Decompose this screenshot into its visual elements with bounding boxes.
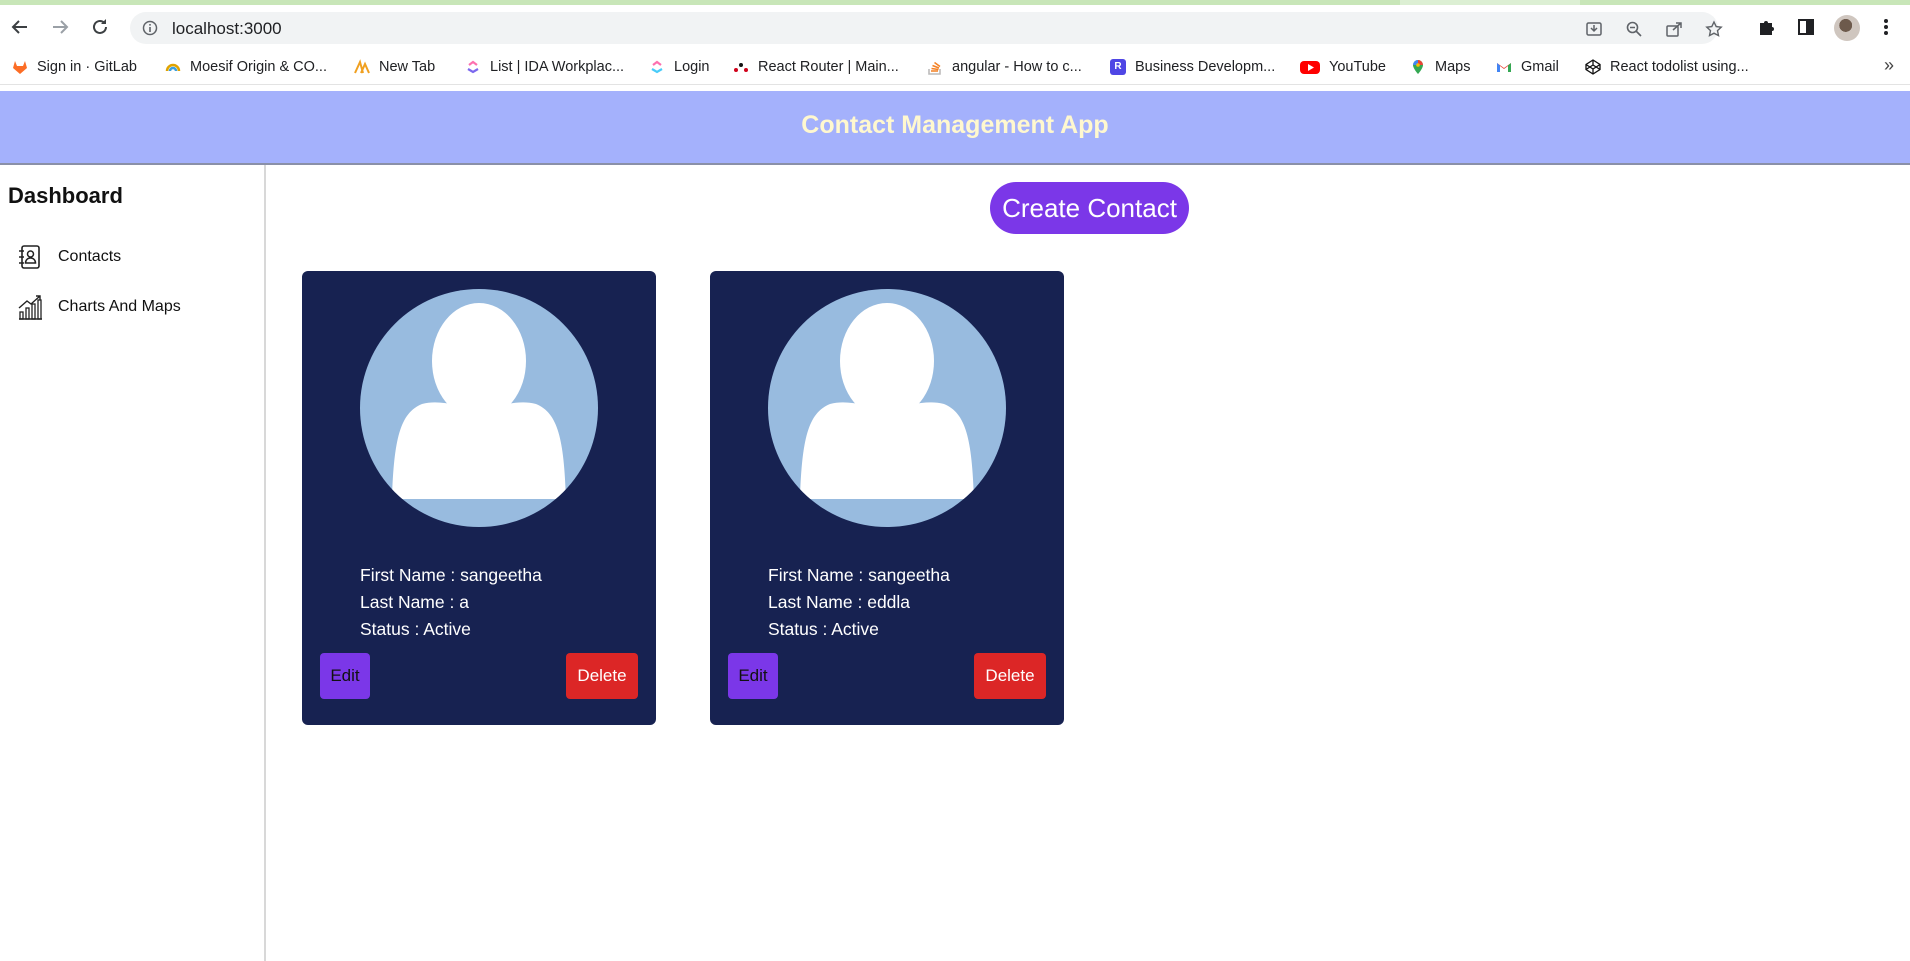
bookmark-gmail[interactable]: Gmail bbox=[1496, 57, 1559, 77]
contact-first-name: First Name : sangeetha bbox=[360, 565, 542, 585]
bookmark-ida[interactable]: List | IDA Workplac... bbox=[465, 57, 624, 77]
install-app-icon[interactable] bbox=[1583, 18, 1605, 40]
contact-card: First Name : sangeetha Last Name : eddla… bbox=[710, 271, 1064, 725]
clickup-icon bbox=[465, 59, 481, 75]
bookmark-label: New Tab bbox=[379, 59, 436, 75]
bookmark-new-tab[interactable]: New Tab bbox=[354, 57, 435, 77]
bookmark-login[interactable]: Login bbox=[649, 57, 709, 77]
bookmark-label: Login bbox=[674, 59, 710, 75]
address-bar[interactable]: localhost:3000 bbox=[130, 12, 1723, 44]
delete-button[interactable]: Delete bbox=[566, 653, 638, 699]
contact-status: Status : Active bbox=[360, 619, 471, 639]
sidebar-heading: Dashboard bbox=[8, 183, 123, 208]
contact-last-name: Last Name : a bbox=[360, 592, 469, 612]
bookmark-label: Maps bbox=[1435, 59, 1471, 75]
bookmark-label: angular - How to c... bbox=[952, 59, 1082, 75]
app-title: Contact Management App bbox=[801, 111, 1109, 139]
r-badge-icon: R bbox=[1110, 59, 1126, 75]
url-text[interactable]: localhost:3000 bbox=[172, 19, 282, 39]
side-panel-icon[interactable] bbox=[1794, 15, 1818, 39]
contact-last-name: Last Name : eddla bbox=[768, 592, 911, 612]
bookmark-label: Sign in · GitLab bbox=[37, 59, 137, 75]
sidebar-item-charts-and-maps[interactable]: Charts And Maps bbox=[16, 291, 181, 323]
reload-icon[interactable] bbox=[88, 15, 112, 39]
bookmarks-overflow-chevron[interactable]: » bbox=[1884, 55, 1894, 76]
codepen-icon bbox=[1585, 59, 1601, 75]
pma-icon bbox=[354, 59, 370, 75]
bookmark-label: YouTube bbox=[1329, 59, 1386, 75]
clickup-icon bbox=[649, 59, 665, 75]
app-header: Contact Management App bbox=[0, 91, 1910, 165]
create-contact-button[interactable]: Create Contact bbox=[990, 182, 1189, 234]
delete-button[interactable]: Delete bbox=[974, 653, 1046, 699]
bookmark-label: List | IDA Workplac... bbox=[490, 59, 625, 75]
bookmark-label: Moesif Origin & CO... bbox=[190, 59, 327, 75]
sidebar: Dashboard Contacts Charts And Maps bbox=[0, 165, 266, 961]
bookmark-business[interactable]: R Business Developm... bbox=[1110, 57, 1275, 77]
bookmark-label: Gmail bbox=[1521, 59, 1559, 75]
kebab-menu-icon[interactable] bbox=[1874, 15, 1898, 39]
contact-first-name: First Name : sangeetha bbox=[768, 565, 950, 585]
edit-button[interactable]: Edit bbox=[320, 653, 370, 699]
bookmark-gitlab[interactable]: Sign in · GitLab bbox=[12, 57, 137, 77]
avatar-placeholder-icon bbox=[768, 289, 1006, 527]
sidebar-item-contacts[interactable]: Contacts bbox=[16, 241, 121, 273]
react-router-icon bbox=[733, 59, 749, 75]
back-arrow-icon[interactable] bbox=[8, 15, 32, 39]
bookmarks-bar: Sign in · GitLab Moesif Origin & CO... N… bbox=[0, 49, 1910, 85]
share-icon[interactable] bbox=[1663, 18, 1685, 40]
profile-avatar[interactable] bbox=[1834, 15, 1860, 41]
contacts-book-icon bbox=[16, 243, 44, 271]
sidebar-item-label: Contacts bbox=[58, 248, 122, 265]
bookmark-star-icon[interactable] bbox=[1703, 18, 1725, 40]
info-icon[interactable] bbox=[142, 20, 158, 36]
bookmark-youtube[interactable]: YouTube bbox=[1300, 57, 1386, 77]
bookmark-label: React todolist using... bbox=[1610, 59, 1749, 75]
edit-button[interactable]: Edit bbox=[728, 653, 778, 699]
youtube-icon bbox=[1300, 59, 1320, 75]
bookmark-maps[interactable]: Maps bbox=[1410, 57, 1470, 77]
gitlab-icon bbox=[12, 59, 28, 75]
forward-arrow-icon[interactable] bbox=[48, 15, 72, 39]
bookmark-label: Business Developm... bbox=[1135, 59, 1276, 75]
bookmark-react-router[interactable]: React Router | Main... bbox=[733, 57, 899, 77]
bookmark-angular[interactable]: angular - How to c... bbox=[927, 57, 1082, 77]
chart-growth-icon bbox=[16, 293, 44, 321]
extensions-puzzle-icon[interactable] bbox=[1754, 15, 1778, 39]
bookmark-todolist[interactable]: React todolist using... bbox=[1585, 57, 1749, 77]
bookmark-label: React Router | Main... bbox=[758, 59, 899, 75]
avatar-placeholder-icon bbox=[360, 289, 598, 527]
contact-card: First Name : sangeetha Last Name : a Sta… bbox=[302, 271, 656, 725]
maps-icon bbox=[1410, 59, 1426, 75]
browser-toolbar: localhost:3000 bbox=[0, 5, 1910, 49]
zoom-out-icon[interactable] bbox=[1623, 18, 1645, 40]
contact-status: Status : Active bbox=[768, 619, 879, 639]
stackoverflow-icon bbox=[927, 59, 943, 75]
gmail-icon bbox=[1496, 59, 1512, 75]
bookmark-moesif[interactable]: Moesif Origin & CO... bbox=[165, 57, 327, 77]
sidebar-item-label: Charts And Maps bbox=[58, 298, 181, 315]
moesif-icon bbox=[165, 59, 181, 75]
